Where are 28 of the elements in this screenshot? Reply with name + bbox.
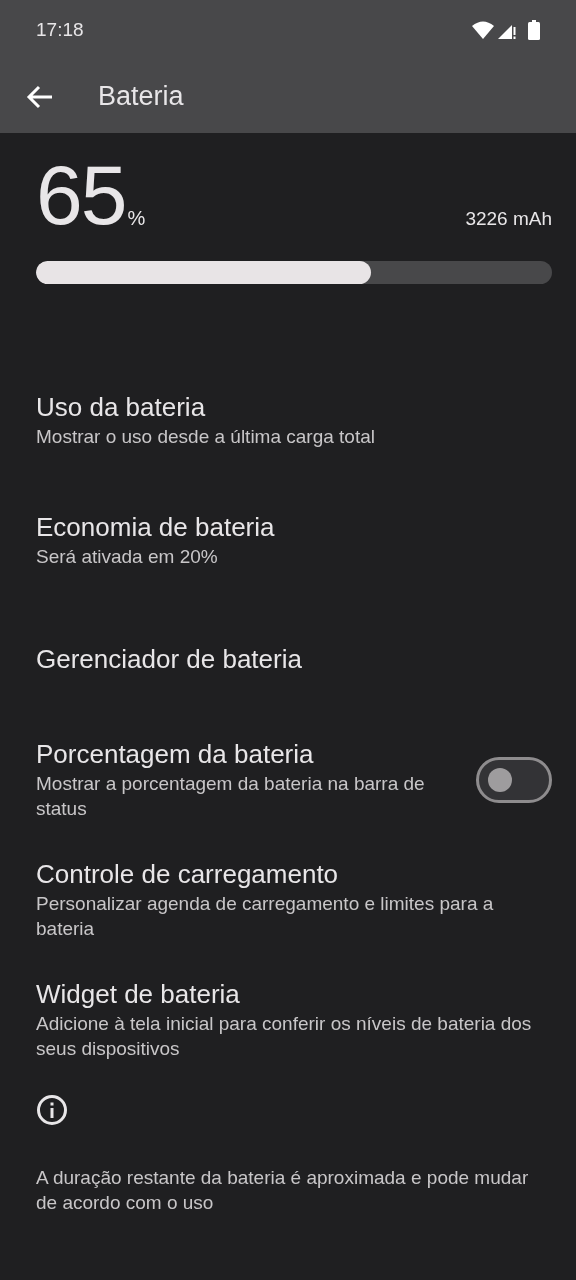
item-subtitle: Adicione à tela inicial para conferir os níveis de bateria dos seus dispositivos bbox=[36, 1012, 533, 1061]
item-title: Porcentagem da bateria bbox=[36, 738, 315, 772]
settings-item[interactable]: Gerenciador de bateria bbox=[0, 600, 576, 720]
wifi-icon bbox=[472, 21, 494, 39]
back-arrow-icon[interactable] bbox=[26, 84, 54, 109]
percent-sign: % bbox=[127, 206, 146, 231]
item-title: Uso da bateria bbox=[36, 390, 207, 424]
footer-note: A duração restante da bateria é aproximada e pode mudar de acordo com o uso bbox=[36, 1166, 530, 1215]
item-subtitle: Mostrar a porcentagem da bateria na barra de status bbox=[36, 772, 426, 821]
settings-item[interactable]: Widget de bateria Adicione à tela inicial para conferir os níveis de bateria dos seus dispositivos bbox=[0, 960, 576, 1080]
settings-item[interactable]: Economia de bateria Será ativada em 20% bbox=[0, 480, 576, 600]
toggle-switch[interactable] bbox=[476, 757, 552, 803]
info-icon bbox=[36, 1094, 68, 1126]
status-time: 17:18 bbox=[36, 17, 84, 42]
app-bar-title: Bateria bbox=[98, 80, 184, 114]
battery-percentage: 65 bbox=[36, 153, 126, 237]
settings-item[interactable]: Controle de carregamento Personalizar agenda de carregamento e limites para a bateria bbox=[0, 840, 576, 960]
item-title: Widget de bateria bbox=[36, 978, 241, 1012]
item-subtitle: Mostrar o uso desde a última carga total bbox=[36, 424, 375, 449]
item-title: Economia de bateria bbox=[36, 510, 275, 544]
item-subtitle: Será ativada em 20% bbox=[36, 544, 219, 569]
battery-icon bbox=[528, 20, 540, 40]
battery-capacity: 3226 mAh bbox=[465, 206, 552, 231]
settings-item[interactable]: Uso da bateria Mostrar o uso desde a última carga total bbox=[0, 360, 576, 480]
item-subtitle: Personalizar agenda de carregamento e limites para a bateria bbox=[36, 892, 495, 941]
item-title: Controle de carregamento bbox=[36, 858, 340, 892]
item-title: Gerenciador de bateria bbox=[36, 643, 302, 677]
settings-item[interactable]: Porcentagem da bateria Mostrar a porcentagem da bateria na barra de status bbox=[0, 720, 576, 840]
